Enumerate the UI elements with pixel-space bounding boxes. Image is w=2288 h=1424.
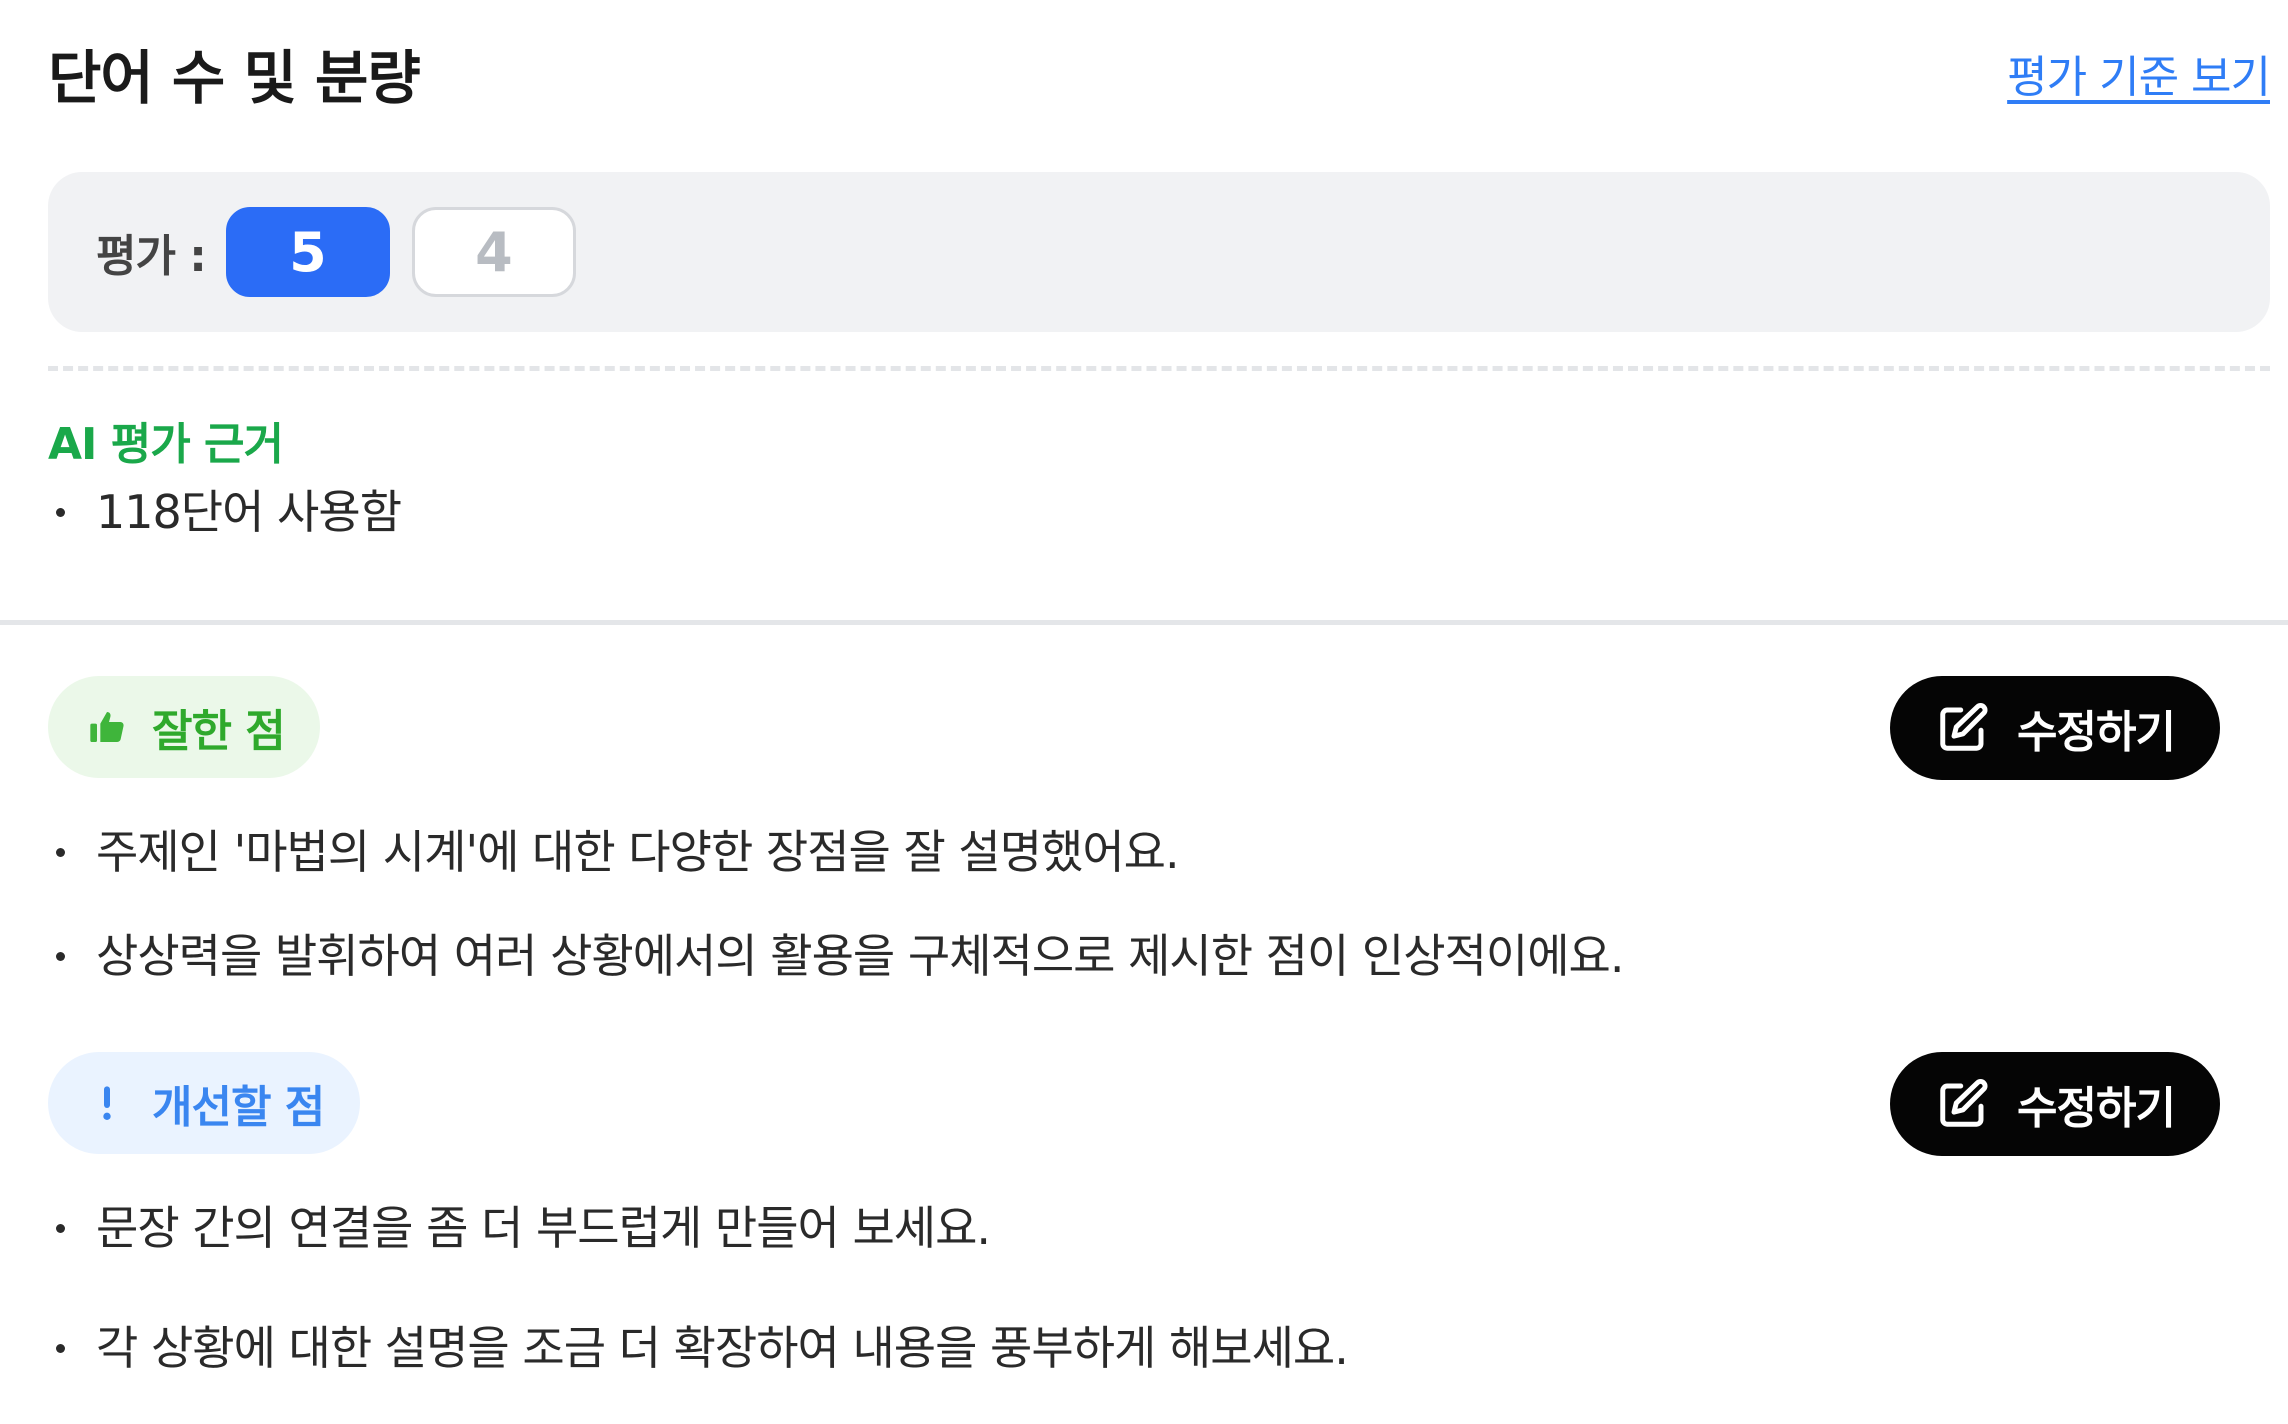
edit-icon bbox=[1935, 700, 1991, 756]
section-title: 단어 수 및 분량 bbox=[48, 44, 421, 112]
list-item: 주제인 '마법의 시계'에 대한 다양한 장점을 잘 설명했어요. bbox=[48, 800, 1623, 904]
improvements-label: 개선할 점 bbox=[152, 1082, 325, 1133]
view-criteria-link[interactable]: 평가 기준 보기 bbox=[2007, 41, 2271, 105]
ai-basis-title: AI 평가 근거 bbox=[48, 419, 284, 470]
thumbs-up-icon bbox=[82, 702, 132, 752]
edit-icon bbox=[1935, 1076, 1991, 1132]
strengths-badge: 잘한 점 bbox=[48, 676, 320, 778]
list-item: 각 상황에 대한 설명을 조금 더 확장하여 내용을 풍부하게 해보세요. bbox=[48, 1288, 1349, 1408]
edit-button-label: 수정하기 bbox=[2017, 1083, 2176, 1134]
edit-button-label: 수정하기 bbox=[2017, 707, 2176, 758]
evaluation-panel: 단어 수 및 분량 평가 기준 보기 평가 : 5 4 AI 평가 근거 118… bbox=[0, 0, 2288, 1424]
list-item: 문장 간의 연결을 좀 더 부드럽게 만들어 보세요. bbox=[48, 1168, 1348, 1288]
score-option-5[interactable]: 5 bbox=[225, 207, 390, 297]
section-divider bbox=[0, 620, 2288, 625]
strengths-label: 잘한 점 bbox=[152, 706, 286, 757]
exclamation-icon bbox=[82, 1078, 132, 1128]
strengths-list: 주제인 '마법의 시계'에 대한 다양한 장점을 잘 설명했어요. 상상력을 발… bbox=[48, 800, 1624, 1008]
section-header: 단어 수 및 분량 평가 기준 보기 bbox=[48, 28, 2271, 118]
rating-label: 평가 : bbox=[96, 231, 207, 282]
score-option-4[interactable]: 4 bbox=[411, 207, 576, 297]
improvements-list: 문장 간의 연결을 좀 더 부드럽게 만들어 보세요. 각 상황에 대한 설명을… bbox=[48, 1168, 1349, 1408]
edit-strengths-button[interactable]: 수정하기 bbox=[1890, 676, 2220, 780]
list-item: 118단어 사용함 bbox=[48, 480, 402, 544]
improvements-badge: 개선할 점 bbox=[48, 1052, 360, 1154]
dashed-divider bbox=[48, 366, 2270, 371]
edit-improvements-button[interactable]: 수정하기 bbox=[1890, 1052, 2220, 1156]
list-item: 상상력을 발휘하여 여러 상황에서의 활용을 구체적으로 제시한 점이 인상적이… bbox=[48, 904, 1624, 1008]
ai-basis-list: 118단어 사용함 bbox=[48, 480, 402, 544]
rating-box: 평가 : 5 4 bbox=[48, 172, 2270, 332]
